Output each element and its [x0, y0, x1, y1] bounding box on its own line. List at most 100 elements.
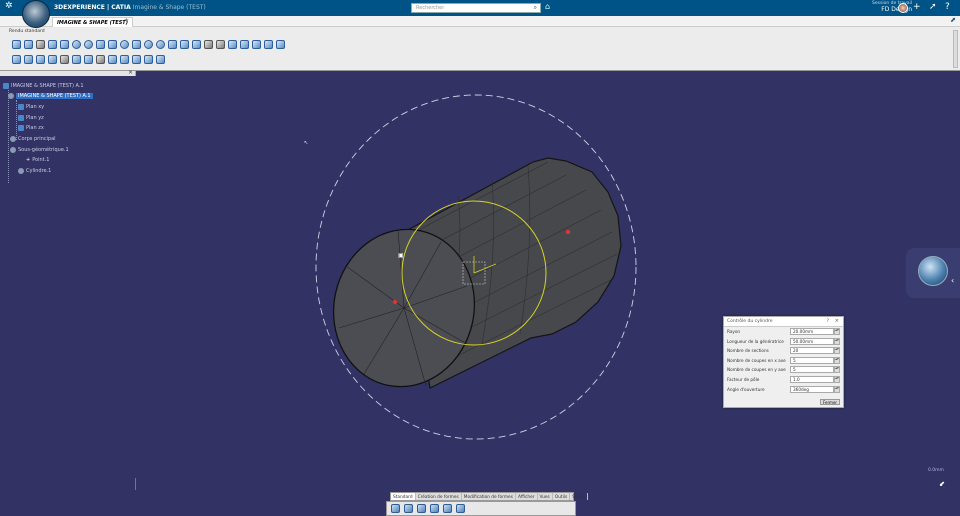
tree-item[interactable]: Cylindre.1 [18, 168, 51, 174]
merge-icon[interactable] [72, 55, 81, 64]
modify-icon[interactable] [12, 55, 21, 64]
spinner[interactable]: ▴▾ [834, 375, 840, 383]
ribbon-scrollbar[interactable] [953, 30, 958, 68]
tree-item[interactable]: Sous-géométrique.1 [10, 147, 69, 153]
tab-modification[interactable]: Modification de formes [462, 493, 516, 500]
tab-display[interactable]: Afficher [516, 493, 538, 500]
sphere-icon[interactable] [84, 40, 93, 49]
add-icon[interactable]: + [913, 2, 921, 12]
tag-icon[interactable]: ⌂ [545, 2, 550, 11]
pencil-icon[interactable] [24, 40, 33, 49]
cap-icon[interactable] [204, 40, 213, 49]
tab-creation[interactable]: Création de formes [416, 493, 462, 500]
subdivide-icon[interactable] [24, 55, 33, 64]
tab-views[interactable]: Vues [538, 493, 553, 500]
radius-field[interactable]: 20.00mm [790, 328, 834, 335]
redo-icon[interactable] [443, 504, 452, 513]
update-icon[interactable] [456, 504, 465, 513]
cone-icon[interactable] [132, 40, 141, 49]
share-icon[interactable]: ➚ [929, 2, 937, 12]
add-tab-button[interactable]: + [124, 17, 129, 24]
tree-root[interactable]: IMAGINE & SHAPE (TEST) A.1 [3, 83, 84, 89]
line-icon[interactable] [48, 40, 57, 49]
close-button[interactable]: Fermer [820, 399, 840, 405]
search-icon[interactable]: ⌕ [534, 4, 537, 12]
chevron-left-icon[interactable]: ‹ [951, 276, 954, 285]
center-point[interactable] [565, 229, 571, 235]
3d-viewport[interactable]: ▣ [136, 76, 960, 488]
dot-icon[interactable] [36, 40, 45, 49]
app-title: 3DEXPERIENCE | CATIA Imagine & Shape (TE… [54, 4, 206, 11]
length-field[interactable]: 50.00mm [790, 337, 834, 345]
specification-tree: IMAGINE & SHAPE (TEST) A.1 IMAGINE & SHA… [0, 80, 140, 190]
hex-icon[interactable] [168, 40, 177, 49]
undo-icon[interactable] [430, 504, 439, 513]
avatar[interactable] [898, 3, 908, 13]
plane-icon[interactable] [60, 40, 69, 49]
mirror-icon[interactable] [36, 55, 45, 64]
chart-icon[interactable]: ⬈ [950, 16, 956, 24]
toolbar-row-1 [12, 40, 285, 49]
tab-tools[interactable]: Outils [553, 493, 571, 500]
extrude-icon[interactable] [252, 40, 261, 49]
shell-icon[interactable] [60, 55, 69, 64]
cup-icon[interactable] [216, 40, 225, 49]
spinner[interactable]: ▴▾ [834, 328, 840, 335]
tree-item[interactable]: Corps principal [10, 136, 56, 142]
sweep-icon[interactable] [276, 40, 285, 49]
tree-item[interactable]: Plan xy [18, 104, 44, 110]
search-input[interactable]: Rechercher ⌕ [411, 3, 541, 13]
copy-icon[interactable] [404, 504, 413, 513]
rect-icon[interactable] [108, 40, 117, 49]
tab-output[interactable]: Sortie [570, 493, 588, 500]
cylinder-icon[interactable] [120, 40, 129, 49]
cube-icon[interactable] [192, 40, 201, 49]
circle-icon[interactable] [72, 40, 81, 49]
spinner[interactable]: ▴▾ [834, 356, 840, 364]
help-icon[interactable]: ? [945, 2, 950, 12]
cuts-y-field[interactable]: 5 [790, 366, 834, 374]
angle-field[interactable]: 360deg [790, 385, 834, 393]
cuts-x-field[interactable]: 5 [790, 356, 834, 364]
warp-icon[interactable] [156, 55, 165, 64]
tab-standard[interactable]: Standard [391, 493, 416, 500]
help-icon[interactable]: ? [827, 319, 829, 324]
crease-icon[interactable] [48, 55, 57, 64]
fill-icon[interactable] [120, 55, 129, 64]
compass-icon[interactable] [22, 0, 50, 28]
spinner[interactable]: ▴▾ [834, 385, 840, 393]
spinner[interactable]: ▴▾ [834, 337, 840, 345]
close-icon[interactable]: × [128, 69, 133, 76]
cut-icon[interactable] [391, 504, 400, 513]
paste-icon[interactable] [417, 504, 426, 513]
brush-icon[interactable] [12, 40, 21, 49]
split-icon[interactable] [84, 55, 93, 64]
3ds-logo-icon[interactable]: ✲ [5, 1, 13, 11]
pole-factor-field[interactable]: 1.0 [790, 375, 834, 383]
tree-part[interactable]: IMAGINE & SHAPE (TEST) A.1 [8, 93, 93, 99]
ellipse-icon[interactable] [156, 40, 165, 49]
close-icon[interactable]: × [835, 318, 839, 324]
revolve-icon[interactable] [264, 40, 273, 49]
symmetry-icon[interactable] [132, 55, 141, 64]
tab-imagine-shape[interactable]: IMAGINE & SHAPE (TEST) [52, 17, 133, 27]
spinner[interactable]: ▴▾ [834, 347, 840, 355]
smooth-icon[interactable] [96, 55, 105, 64]
torus-icon[interactable] [144, 40, 153, 49]
box-icon[interactable] [96, 40, 105, 49]
diamond-icon[interactable] [228, 40, 237, 49]
action-bar: Rendu standard [0, 27, 960, 71]
center-point[interactable] [392, 299, 398, 305]
tree-item[interactable]: + Point.1 [26, 157, 49, 163]
spinner[interactable]: ▴▾ [834, 366, 840, 374]
tree-item[interactable]: Plan yz [18, 115, 44, 121]
resize-icon[interactable]: ⬋ [939, 480, 945, 488]
globe-icon[interactable] [918, 256, 948, 286]
lattice-icon[interactable] [240, 40, 249, 49]
sections-field[interactable]: 20 [790, 347, 834, 355]
ribbon-section-label: Rendu standard [9, 29, 45, 34]
sculpt-icon[interactable] [144, 55, 153, 64]
bridge-icon[interactable] [108, 55, 117, 64]
prism-icon[interactable] [180, 40, 189, 49]
tree-item[interactable]: Plan zx [18, 125, 44, 131]
